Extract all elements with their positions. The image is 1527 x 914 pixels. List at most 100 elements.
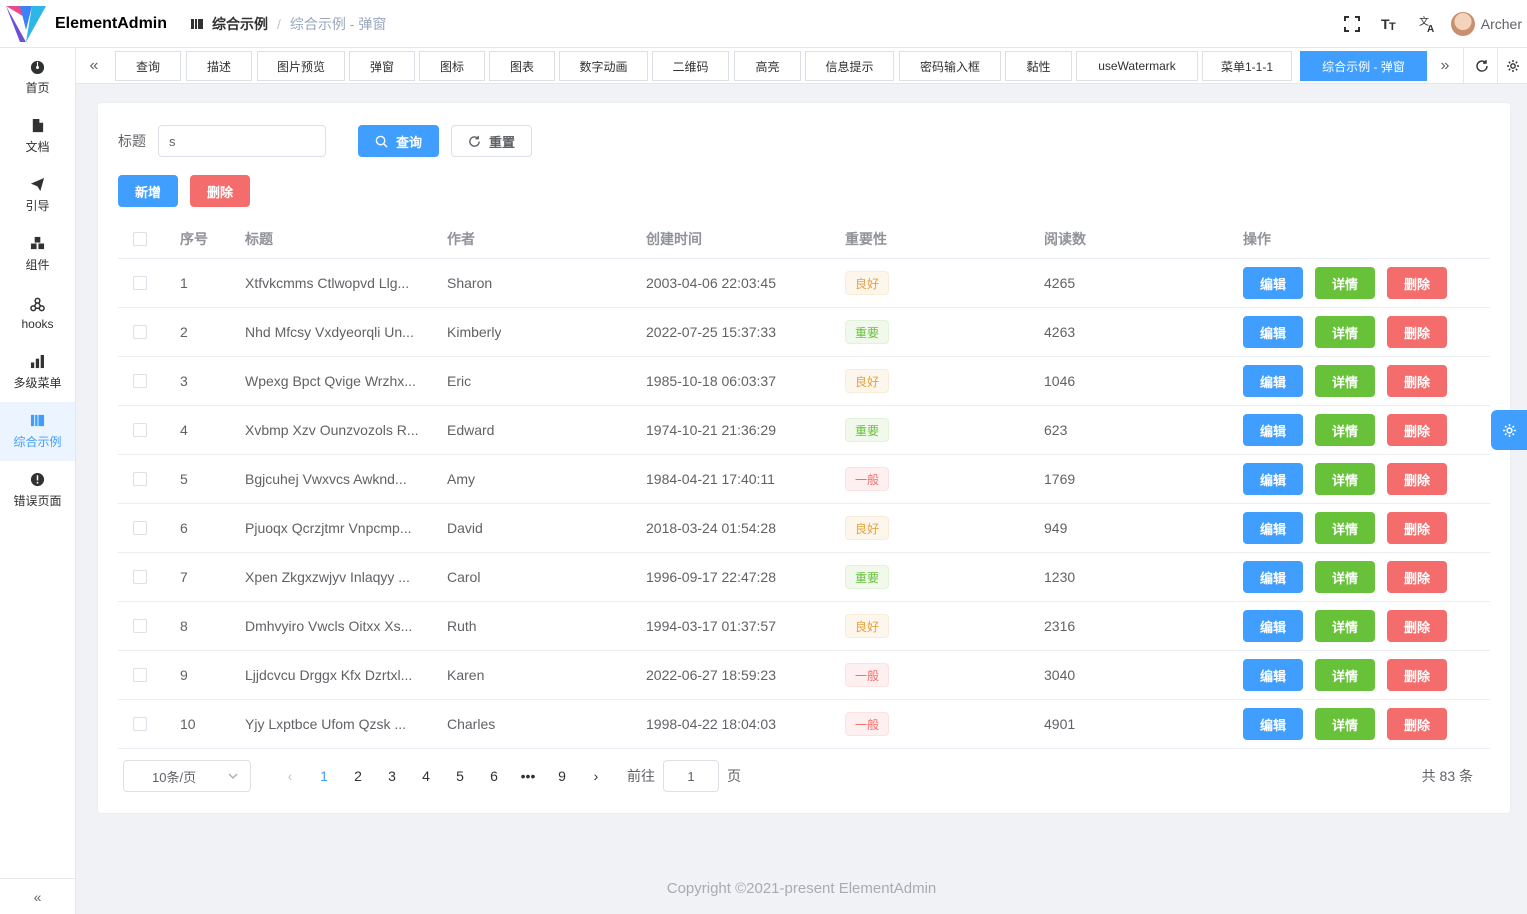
settings-panel-button[interactable] [1491, 410, 1527, 450]
tag-qrcode[interactable]: 二维码 [652, 51, 729, 81]
sidebar-item-home[interactable]: 首页 [0, 48, 75, 107]
title-search-input[interactable] [158, 125, 326, 157]
prev-page-button[interactable]: ‹ [273, 760, 307, 792]
edit-button[interactable]: 编辑 [1243, 414, 1303, 446]
tag-chart[interactable]: 图表 [489, 51, 555, 81]
tag-input-password[interactable]: 密码输入框 [899, 51, 1001, 81]
page-number[interactable]: 1 [307, 760, 341, 792]
page-list: 1 2 3 4 5 6 ••• 9 [307, 760, 579, 792]
detail-button[interactable]: 详情 [1315, 365, 1375, 397]
detail-button[interactable]: 详情 [1315, 414, 1375, 446]
sidebar-item-components[interactable]: 组件 [0, 225, 75, 284]
tag-dialog[interactable]: 弹窗 [349, 51, 415, 81]
detail-button[interactable]: 详情 [1315, 463, 1375, 495]
page-ellipsis[interactable]: ••• [511, 760, 545, 792]
delete-button[interactable]: 删除 [1387, 316, 1447, 348]
cell-actions: 编辑 详情 删除 [1243, 700, 1459, 748]
logo[interactable]: ElementAdmin [0, 4, 190, 44]
row-checkbox[interactable] [133, 325, 147, 339]
delete-button[interactable]: 删除 [1387, 414, 1447, 446]
page-number[interactable]: 9 [545, 760, 579, 792]
cell-author: Edward [447, 422, 495, 438]
tag-descriptions[interactable]: 描述 [186, 51, 252, 81]
row-checkbox[interactable] [133, 619, 147, 633]
tag-use-watermark[interactable]: useWatermark [1076, 51, 1198, 81]
page-number[interactable]: 6 [477, 760, 511, 792]
sidebar-item-examples[interactable]: 综合示例 [0, 402, 75, 461]
edit-button[interactable]: 编辑 [1243, 708, 1303, 740]
tags-settings-button[interactable] [1497, 48, 1527, 84]
tag-menu-1-1-1[interactable]: 菜单1-1-1 [1202, 51, 1292, 81]
delete-button[interactable]: 删除 [1387, 463, 1447, 495]
page-number[interactable]: 3 [375, 760, 409, 792]
detail-button[interactable]: 详情 [1315, 267, 1375, 299]
tag-image-preview[interactable]: 图片预览 [257, 51, 345, 81]
delete-button[interactable]: 删除 [1387, 561, 1447, 593]
edit-button[interactable]: 编辑 [1243, 365, 1303, 397]
tag-examples-dialog[interactable]: 综合示例 - 弹窗 [1300, 51, 1427, 81]
edit-button[interactable]: 编辑 [1243, 463, 1303, 495]
detail-button[interactable]: 详情 [1315, 659, 1375, 691]
translate-icon[interactable]: 文A [1409, 0, 1447, 48]
select-all-checkbox[interactable] [133, 231, 147, 246]
page-number[interactable]: 5 [443, 760, 477, 792]
detail-button[interactable]: 详情 [1315, 316, 1375, 348]
delete-button[interactable]: 删除 [1387, 708, 1447, 740]
goto-page-input[interactable] [663, 760, 719, 792]
detail-button[interactable]: 详情 [1315, 610, 1375, 642]
sidebar-item-hooks[interactable]: hooks [0, 284, 75, 343]
detail-button[interactable]: 详情 [1315, 561, 1375, 593]
edit-button[interactable]: 编辑 [1243, 316, 1303, 348]
row-checkbox[interactable] [133, 717, 147, 731]
delete-button[interactable]: 删除 [1387, 267, 1447, 299]
row-checkbox[interactable] [133, 374, 147, 388]
edit-button[interactable]: 编辑 [1243, 561, 1303, 593]
font-size-icon[interactable]: TT [1371, 0, 1409, 48]
cell-importance: 一般 [845, 700, 890, 748]
row-checkbox[interactable] [133, 570, 147, 584]
tags-scroll-right-button[interactable]: » [1427, 48, 1463, 84]
tag-highlight[interactable]: 高亮 [734, 51, 801, 81]
sidebar-item-multilevel-menu[interactable]: 多级菜单 [0, 343, 75, 402]
add-button[interactable]: 新增 [118, 175, 178, 207]
page-number[interactable]: 2 [341, 760, 375, 792]
batch-delete-button[interactable]: 删除 [190, 175, 250, 207]
delete-button[interactable]: 删除 [1387, 659, 1447, 691]
tag-icon[interactable]: 图标 [419, 51, 485, 81]
row-checkbox[interactable] [133, 276, 147, 290]
importance-tag: 一般 [845, 663, 890, 687]
delete-button[interactable]: 删除 [1387, 365, 1447, 397]
tag-sticky[interactable]: 黏性 [1005, 51, 1072, 81]
row-checkbox[interactable] [133, 472, 147, 486]
detail-button[interactable]: 详情 [1315, 708, 1375, 740]
tag-query[interactable]: 查询 [115, 51, 181, 81]
sidebar-item-docs[interactable]: 文档 [0, 107, 75, 166]
refresh-button[interactable] [1463, 48, 1499, 84]
edit-button[interactable]: 编辑 [1243, 659, 1303, 691]
delete-button[interactable]: 删除 [1387, 512, 1447, 544]
sidebar-item-error-pages[interactable]: 错误页面 [0, 461, 75, 520]
query-button[interactable]: 查询 [358, 125, 439, 157]
cell-reads: 3040 [1044, 667, 1076, 683]
sidebar-item-guide[interactable]: 引导 [0, 166, 75, 225]
page-size-select[interactable]: 10条/页 [123, 760, 251, 792]
edit-button[interactable]: 编辑 [1243, 512, 1303, 544]
tag-count-to[interactable]: 数字动画 [559, 51, 648, 81]
user-menu[interactable]: Archer [1450, 12, 1522, 36]
tags-scroll-left-button[interactable]: « [76, 48, 112, 84]
fullscreen-icon[interactable] [1333, 0, 1371, 48]
tag-tooltip[interactable]: 信息提示 [805, 51, 894, 81]
detail-button[interactable]: 详情 [1315, 512, 1375, 544]
delete-button[interactable]: 删除 [1387, 610, 1447, 642]
cubes-icon [30, 236, 45, 250]
next-page-button[interactable]: › [579, 760, 613, 792]
page-number[interactable]: 4 [409, 760, 443, 792]
reset-button[interactable]: 重置 [451, 125, 532, 157]
sidebar-collapse-button[interactable]: « [0, 878, 75, 914]
row-checkbox[interactable] [133, 521, 147, 535]
edit-button[interactable]: 编辑 [1243, 267, 1303, 299]
row-checkbox[interactable] [133, 423, 147, 437]
breadcrumb-item[interactable]: 综合示例 [212, 14, 268, 34]
row-checkbox[interactable] [133, 668, 147, 682]
edit-button[interactable]: 编辑 [1243, 610, 1303, 642]
